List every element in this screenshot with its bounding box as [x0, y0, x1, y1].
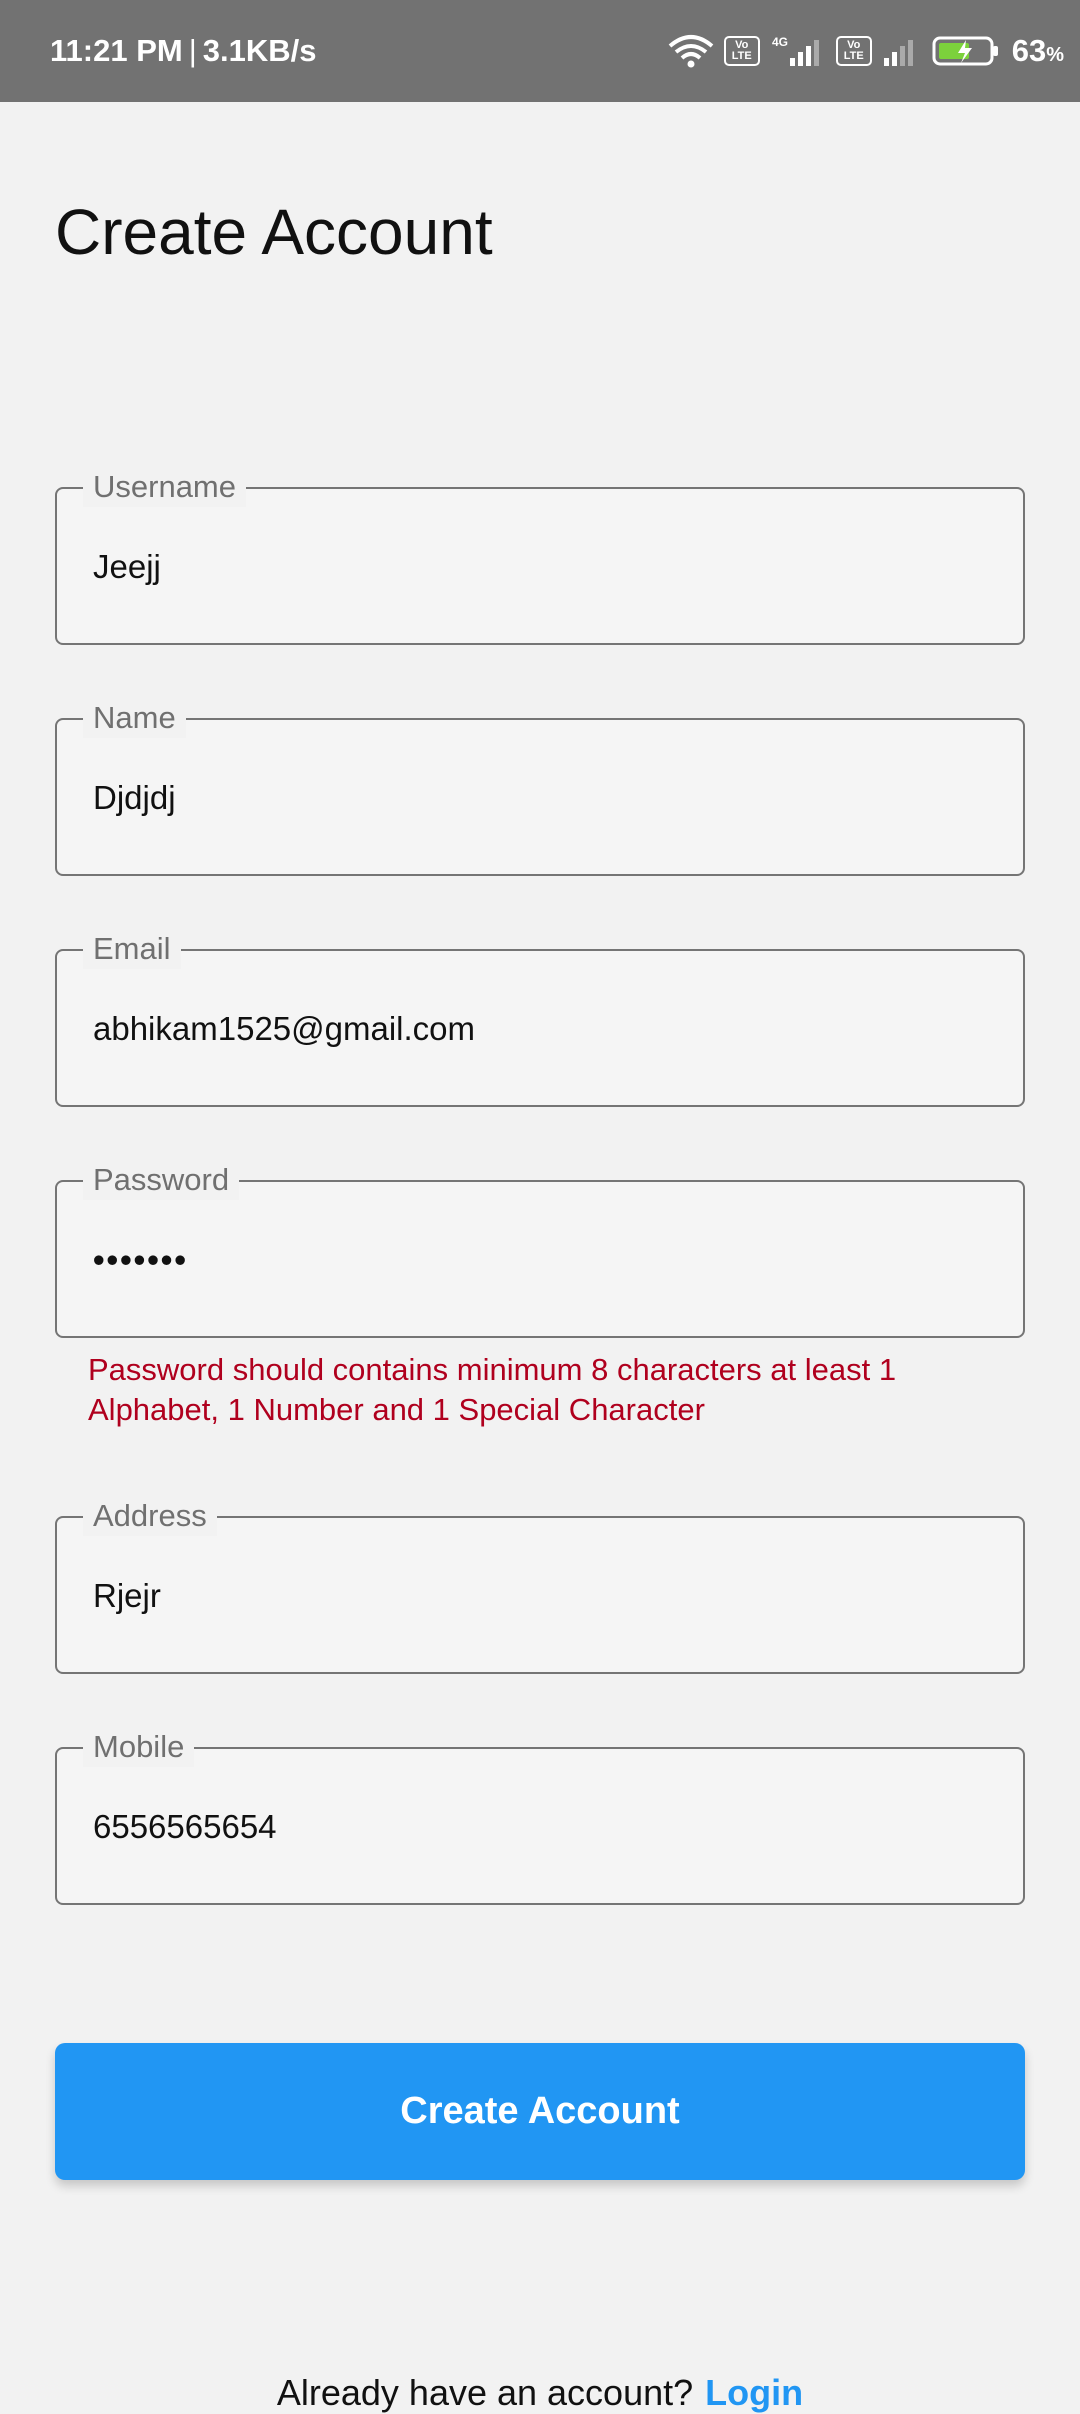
password-label: Password [83, 1160, 240, 1200]
password-input[interactable]: ••••••• [93, 1240, 188, 1280]
login-link[interactable]: Login [705, 2372, 803, 2413]
battery-charging-icon [932, 34, 1002, 68]
status-icons: Vo LTE 4G Vo LTE 63% [668, 33, 1064, 69]
mobile-label: Mobile [83, 1727, 195, 1767]
battery-percent-value: 63 [1011, 33, 1047, 68]
mobile-field[interactable]: Mobile 6556565654 [55, 1727, 1025, 1905]
create-account-button[interactable]: Create Account [55, 2043, 1025, 2180]
address-field[interactable]: Address Rjejr [55, 1496, 1025, 1674]
name-label: Name [83, 698, 186, 738]
signal-4g-icon: 4G [770, 34, 826, 68]
status-time: 11:21 PM [50, 33, 183, 68]
login-prompt-text: Already have an account? [276, 2372, 694, 2413]
name-input[interactable]: Djdjdj [93, 778, 176, 818]
wifi-icon [668, 34, 714, 68]
status-separator: | [188, 33, 197, 68]
signal-icon [882, 34, 922, 68]
network-type-label: 4G [772, 35, 788, 49]
volte-icon-2: Vo LTE [835, 36, 872, 66]
status-left: 11:21 PM | 3.1KB/s [50, 33, 317, 69]
name-field[interactable]: Name Djdjdj [55, 698, 1025, 876]
volte-icon: Vo LTE [723, 36, 760, 66]
email-input[interactable]: abhikam1525@gmail.com [93, 1009, 475, 1049]
battery-percent-unit: % [1046, 44, 1064, 66]
address-label: Address [83, 1496, 217, 1536]
network-speed: 3.1KB/s [202, 33, 317, 68]
address-input[interactable]: Rjejr [93, 1576, 161, 1616]
email-field[interactable]: Email abhikam1525@gmail.com [55, 929, 1025, 1107]
login-prompt: Already have an account? Login [0, 2372, 1080, 2414]
mobile-input[interactable]: 6556565654 [93, 1807, 277, 1847]
status-bar: 11:21 PM | 3.1KB/s Vo LTE 4G Vo LTE 63% [0, 0, 1080, 102]
password-error-message: Password should contains minimum 8 chara… [88, 1352, 897, 1427]
email-label: Email [83, 929, 181, 969]
username-label: Username [83, 467, 246, 507]
username-input[interactable]: Jeejj [93, 547, 161, 587]
username-field[interactable]: Username Jeejj [55, 467, 1025, 645]
password-field[interactable]: Password ••••••• [55, 1160, 1025, 1338]
battery-percentage: 63% [1012, 33, 1064, 69]
page-title: Create Account [55, 196, 493, 268]
